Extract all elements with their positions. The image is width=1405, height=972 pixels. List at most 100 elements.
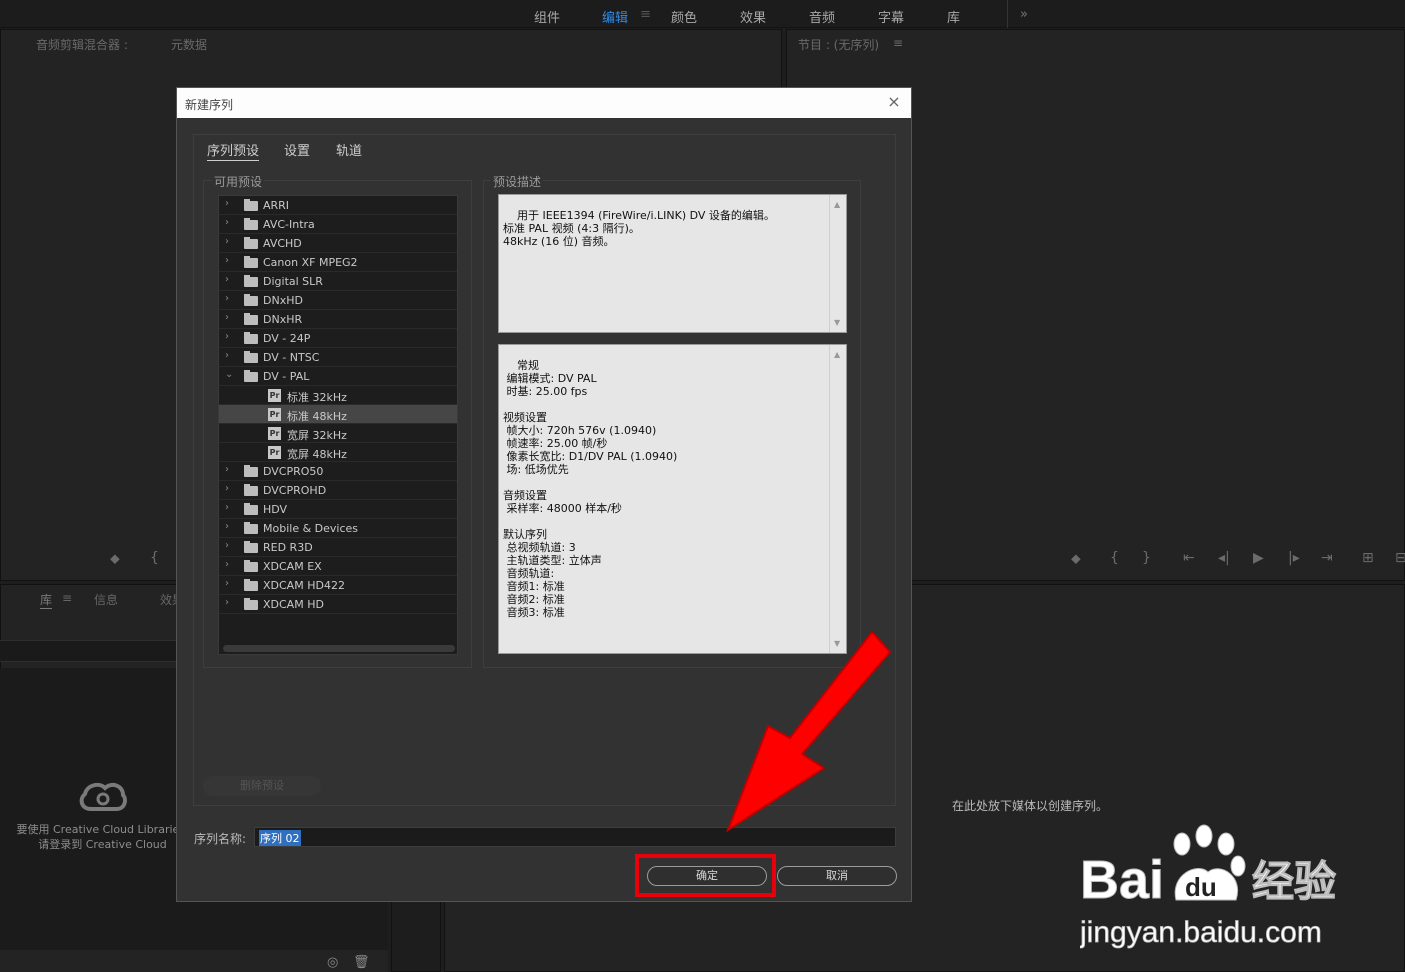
workspace-tab-libraries[interactable]: 库 bbox=[947, 7, 960, 26]
tree-folder-item[interactable]: › DVCPRO50 bbox=[219, 462, 457, 481]
tree-folder-item[interactable]: › XDCAM HD422 bbox=[219, 576, 457, 595]
cc-login-line1: 要使用 Creative Cloud Libraries, bbox=[16, 823, 189, 836]
folder-icon bbox=[244, 522, 258, 534]
tree-preset-item[interactable]: Pr 宽屏 48kHz bbox=[219, 443, 457, 462]
chevron-right-icon[interactable]: › bbox=[225, 293, 229, 304]
chevron-right-icon[interactable]: › bbox=[225, 521, 229, 532]
marker-icon[interactable]: ⬥ bbox=[110, 551, 120, 567]
tree-folder-item[interactable]: › XDCAM EX bbox=[219, 557, 457, 576]
workspace-menu-icon[interactable]: ≡ bbox=[640, 7, 651, 22]
workspace-tab-effects[interactable]: 效果 bbox=[740, 7, 766, 26]
chevron-right-icon[interactable]: › bbox=[225, 236, 229, 247]
tree-horizontal-scrollbar[interactable] bbox=[223, 645, 455, 652]
tree-preset-item[interactable]: Pr 标准 48kHz bbox=[219, 405, 457, 424]
tree-folder-item[interactable]: › Mobile & Devices bbox=[219, 519, 457, 538]
tree-folder-item[interactable]: › DV - 24P bbox=[219, 329, 457, 348]
cancel-button[interactable]: 取消 bbox=[777, 866, 897, 886]
tree-folder-item[interactable]: › AVCHD bbox=[219, 234, 457, 253]
mark-in-icon[interactable]: { bbox=[1110, 550, 1119, 566]
chevron-right-icon[interactable]: › bbox=[225, 217, 229, 228]
step-back-icon[interactable]: ◂| bbox=[1218, 550, 1230, 566]
dialog-titlebar: 新建序列 × bbox=[177, 88, 911, 118]
tree-folder-item[interactable]: › DNxHR bbox=[219, 310, 457, 329]
tree-item-label: XDCAM EX bbox=[263, 560, 322, 573]
premiere-preset-icon: Pr bbox=[268, 389, 281, 402]
tree-item-label: 宽屏 48kHz bbox=[287, 448, 347, 461]
preset-description-text: 用于 IEEE1394 (FireWire/i.LINK) DV 设备的编辑。 … bbox=[503, 209, 775, 248]
annotation-arrow bbox=[725, 630, 892, 833]
folder-icon bbox=[244, 294, 258, 306]
tree-folder-item[interactable]: › ARRI bbox=[219, 196, 457, 215]
chevron-right-icon[interactable]: › bbox=[225, 464, 229, 475]
svg-text:Bai: Bai bbox=[1080, 850, 1164, 910]
tree-folder-item[interactable]: › Digital SLR bbox=[219, 272, 457, 291]
chevron-right-icon[interactable]: › bbox=[225, 559, 229, 570]
tree-item-label: ARRI bbox=[263, 199, 290, 212]
insert-icon[interactable]: ⊞ bbox=[1362, 550, 1374, 566]
chevron-right-icon[interactable]: › bbox=[225, 331, 229, 342]
tree-folder-item[interactable]: › Canon XF MPEG2 bbox=[219, 253, 457, 272]
step-forward-icon[interactable]: |▸ bbox=[1288, 550, 1300, 566]
chevron-right-icon[interactable]: › bbox=[225, 578, 229, 589]
details-scrollbar[interactable]: ▲ ▼ bbox=[829, 345, 846, 653]
tree-folder-item[interactable]: ⌄ DV - PAL bbox=[219, 367, 457, 386]
chevron-right-icon[interactable]: › bbox=[225, 274, 229, 285]
tree-folder-item[interactable]: › RED R3D bbox=[219, 538, 457, 557]
premiere-preset-icon: Pr bbox=[268, 427, 281, 440]
folder-icon bbox=[244, 218, 258, 230]
tab-settings[interactable]: 设置 bbox=[284, 140, 310, 159]
tree-folder-item[interactable]: › HDV bbox=[219, 500, 457, 519]
chevron-right-icon[interactable]: › bbox=[225, 502, 229, 513]
chevron-right-icon[interactable]: › bbox=[225, 483, 229, 494]
workspace-overflow-icon[interactable]: » bbox=[1020, 7, 1028, 22]
go-to-out-icon[interactable]: ⇥ bbox=[1321, 550, 1333, 566]
workspace-tab-captions[interactable]: 字幕 bbox=[878, 7, 904, 26]
tree-folder-item[interactable]: › DV - NTSC bbox=[219, 348, 457, 367]
overwrite-icon[interactable]: ⊟ bbox=[1395, 550, 1405, 566]
go-to-in-icon[interactable]: ⇤ bbox=[1183, 550, 1195, 566]
tree-folder-item[interactable]: › XDCAM HD bbox=[219, 595, 457, 614]
tab-libraries[interactable]: 库 bbox=[40, 591, 53, 609]
tree-folder-item[interactable]: › DNxHD bbox=[219, 291, 457, 310]
add-marker-icon[interactable]: ⬥ bbox=[1071, 551, 1081, 567]
program-panel-title[interactable]: 节目 : (无序列) bbox=[798, 36, 879, 53]
chevron-right-icon[interactable]: › bbox=[225, 198, 229, 209]
delete-preset-button[interactable]: 删除预设 bbox=[203, 776, 321, 796]
tree-folder-item[interactable]: › DVCPROHD bbox=[219, 481, 457, 500]
description-scrollbar[interactable]: ▲ ▼ bbox=[829, 195, 846, 332]
tree-folder-item[interactable]: › AVC-Intra bbox=[219, 215, 457, 234]
chevron-right-icon[interactable]: › bbox=[225, 540, 229, 551]
chevron-right-icon[interactable]: › bbox=[225, 350, 229, 361]
cc-sync-icon[interactable]: ◎ bbox=[327, 955, 338, 970]
tab-info[interactable]: 信息 bbox=[94, 591, 118, 608]
workspace-tab-color[interactable]: 颜色 bbox=[671, 7, 697, 26]
workspace-tab-audio[interactable]: 音频 bbox=[809, 7, 835, 26]
folder-icon bbox=[244, 313, 258, 325]
chevron-down-icon[interactable]: ⌄ bbox=[225, 369, 233, 380]
tree-preset-item[interactable]: Pr 标准 32kHz bbox=[219, 386, 457, 405]
libraries-menu-icon[interactable]: ≡ bbox=[62, 591, 72, 605]
chevron-right-icon[interactable]: › bbox=[225, 312, 229, 323]
workspace-tab-assembly[interactable]: 组件 bbox=[534, 7, 560, 26]
metadata-tab[interactable]: 元数据 bbox=[171, 36, 207, 53]
tab-sequence-presets[interactable]: 序列预设 bbox=[207, 140, 260, 161]
tab-tracks[interactable]: 轨道 bbox=[336, 140, 362, 159]
tree-item-label: XDCAM HD422 bbox=[263, 579, 345, 592]
workspace-tab-editing[interactable]: 编辑 bbox=[602, 7, 628, 26]
program-menu-icon[interactable]: ≡ bbox=[893, 36, 903, 50]
chevron-right-icon[interactable]: › bbox=[225, 255, 229, 266]
close-icon[interactable]: × bbox=[885, 93, 903, 111]
mark-out-icon[interactable]: } bbox=[1142, 550, 1151, 566]
preset-description-box: 用于 IEEE1394 (FireWire/i.LINK) DV 设备的编辑。 … bbox=[498, 194, 847, 333]
folder-icon bbox=[244, 579, 258, 591]
audio-clip-mixer-tab[interactable]: 音频剪辑混合器 : bbox=[36, 36, 128, 53]
folder-icon bbox=[244, 465, 258, 477]
preset-description-label: 预设描述 bbox=[491, 173, 544, 190]
tree-preset-item[interactable]: Pr 宽屏 32kHz bbox=[219, 424, 457, 443]
trash-icon[interactable]: 🗑 bbox=[353, 955, 370, 970]
preset-tree[interactable]: › XDCAM HD › XDCAM HD422 › XDCAM EX › RED R3D › M… bbox=[218, 195, 458, 655]
folder-icon bbox=[244, 598, 258, 610]
mark-in-icon[interactable]: { bbox=[150, 550, 159, 566]
chevron-right-icon[interactable]: › bbox=[225, 597, 229, 608]
play-icon[interactable]: ▶ bbox=[1253, 550, 1264, 566]
